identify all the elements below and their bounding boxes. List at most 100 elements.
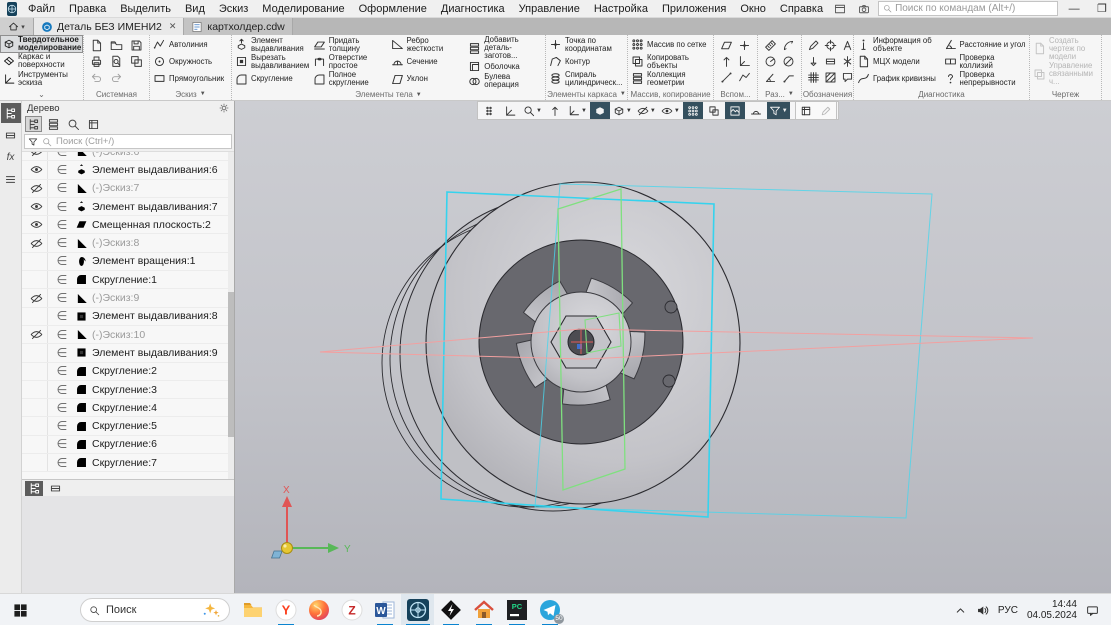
mode-modes-1[interactable]: Каркас и поверхности <box>0 53 83 71</box>
eye-off-icon[interactable] <box>26 151 48 160</box>
eye-icon[interactable] <box>26 198 48 215</box>
home-button[interactable]: ▾ <box>0 18 34 35</box>
eye-none[interactable] <box>26 253 48 270</box>
tree-row[interactable]: ∈Скругление:6 <box>22 436 234 454</box>
body-button-0-1[interactable]: Вырезать выдавливанием <box>233 53 311 70</box>
tree-row[interactable]: ∈(-)Эскиз:6 <box>22 151 234 161</box>
menu-12[interactable]: Справка <box>773 2 830 16</box>
eye-icon[interactable] <box>26 216 48 233</box>
sketch-button-0-1[interactable]: Окружность <box>151 53 230 70</box>
eye-none[interactable] <box>26 454 48 471</box>
eye-icon[interactable] <box>26 161 48 178</box>
array-button-0-1[interactable]: Копировать объекты <box>629 53 712 70</box>
body-button-3-1[interactable]: Оболочка <box>466 60 544 73</box>
aux-tool-lcs[interactable] <box>736 54 753 70</box>
taskbar-app-telegram[interactable]: 50 <box>533 594 566 625</box>
notation-tool-base[interactable] <box>805 54 822 70</box>
mode-modes-2[interactable]: Инструменты эскиза <box>0 70 83 88</box>
tree-bottom-tab-tree[interactable] <box>25 481 43 496</box>
body-button-3-2[interactable]: Булева операция <box>466 73 544 89</box>
tree-row[interactable]: ∈(-)Эскиз:8 <box>22 234 234 252</box>
menu-6[interactable]: Оформление <box>352 2 434 16</box>
tree-row[interactable]: ∈(-)Эскиз:7 <box>22 180 234 198</box>
notation-tool-hatch[interactable] <box>822 70 839 86</box>
dims-tool-ruler[interactable] <box>762 37 779 53</box>
tree-row[interactable]: ∈Скругление:7 <box>22 454 234 472</box>
eye-none[interactable] <box>26 344 48 361</box>
notifications-icon[interactable] <box>1086 604 1099 617</box>
system-tool-redo[interactable] <box>108 70 125 86</box>
body-button-0-2[interactable]: Скругление <box>233 71 311 88</box>
system-tool-undo[interactable] <box>88 70 105 86</box>
restore-button[interactable]: ❐ <box>1090 1 1111 17</box>
frame-button-0-0[interactable]: Точка по координатам <box>547 36 626 53</box>
taskbar-app-z-app[interactable]: Z <box>335 594 368 625</box>
document-tab-1[interactable]: картхолдер.cdw <box>184 18 292 35</box>
filter-icon[interactable] <box>28 137 38 147</box>
aux-tool-point[interactable] <box>736 37 753 53</box>
dims-tool-ang[interactable] <box>762 70 779 86</box>
sketch-button-0-2[interactable]: Прямоугольник <box>151 70 230 87</box>
sketch-button-0-0[interactable]: Автолиния <box>151 36 230 53</box>
tree-row[interactable]: ∈Смещенная плоскость:2 <box>22 216 234 234</box>
dims-tool-arc[interactable] <box>780 37 797 53</box>
tree-row[interactable]: ∈Элемент вращения:1 <box>22 253 234 271</box>
tree-row[interactable]: ∈Элемент выдавливания:6 <box>22 161 234 179</box>
language-indicator[interactable]: РУС <box>998 605 1018 616</box>
screenshot-icon[interactable] <box>854 2 874 16</box>
tree-row[interactable]: ∈Элемент выдавливания:7 <box>22 198 234 216</box>
sidebar-tree[interactable] <box>1 103 21 123</box>
eye-off-icon[interactable] <box>26 234 48 251</box>
frame-button-0-2[interactable]: Спираль цилиндрическ... <box>547 70 626 87</box>
diag-button-0-0[interactable]: Информация об объекте <box>855 36 942 53</box>
tree-row[interactable]: ∈Скругление:3 <box>22 381 234 399</box>
system-tool-floppy[interactable] <box>128 37 145 53</box>
start-button[interactable] <box>0 594 40 625</box>
menu-2[interactable]: Выделить <box>113 2 178 16</box>
eye-off-icon[interactable] <box>26 289 48 306</box>
system-tool-folder[interactable] <box>108 37 125 53</box>
diag-button-1-1[interactable]: Проверка коллизий <box>942 53 1029 70</box>
system-tool-printer[interactable] <box>88 54 105 70</box>
taskbar-app-kompas-3d[interactable] <box>401 594 434 625</box>
notation-tool-pen2[interactable] <box>805 37 822 53</box>
aux-tool-line[interactable] <box>718 70 735 86</box>
minimize-button[interactable]: — <box>1062 1 1086 17</box>
tree-tool-structure[interactable] <box>25 116 42 132</box>
body-button-1-0[interactable]: Придать толщину <box>311 36 389 53</box>
viewport-3d[interactable]: ▼▼▼▼▼▼ <box>235 101 1111 593</box>
array-button-0-0[interactable]: Массив по сетке <box>629 36 712 53</box>
menu-4[interactable]: Эскиз <box>212 2 255 16</box>
menu-0[interactable]: Файл <box>21 2 62 16</box>
document-tab-0[interactable]: Деталь БЕЗ ИМЕНИ2✕ <box>34 18 184 35</box>
menu-7[interactable]: Диагностика <box>434 2 512 16</box>
frame-button-0-1[interactable]: Контур <box>547 53 626 70</box>
mode-modes-0[interactable]: Твердотельное моделирование <box>0 35 83 53</box>
tree-row[interactable]: ∈(-)Эскиз:10 <box>22 326 234 344</box>
diag-button-0-1[interactable]: МЦХ модели <box>855 53 942 70</box>
array-button-0-2[interactable]: Коллекция геометрии <box>629 70 712 87</box>
tree-scrollbar[interactable] <box>228 152 234 479</box>
tree-row[interactable]: ∈Скругление:1 <box>22 271 234 289</box>
eye-none[interactable] <box>26 399 48 416</box>
notation-tool-grid2[interactable] <box>805 70 822 86</box>
eye-none[interactable] <box>26 271 48 288</box>
notation-tool-target[interactable] <box>822 37 839 53</box>
dims-tool-rad[interactable] <box>762 54 779 70</box>
taskbar-app-yandex-browser[interactable]: Y <box>269 594 302 625</box>
menu-8[interactable]: Управление <box>512 2 587 16</box>
tab-close-icon[interactable]: ✕ <box>169 21 177 32</box>
body-button-0-0[interactable]: Элемент выдавливания <box>233 36 311 53</box>
body-button-2-2[interactable]: Уклон <box>389 71 467 88</box>
taskbar-app-firefox[interactable] <box>302 594 335 625</box>
taskbar-search-input[interactable]: Поиск <box>80 598 230 622</box>
dims-tool-diam[interactable] <box>780 54 797 70</box>
menu-3[interactable]: Вид <box>178 2 212 16</box>
aux-tool-axisI[interactable] <box>718 54 735 70</box>
menu-1[interactable]: Правка <box>62 2 113 16</box>
system-tool-preview[interactable] <box>108 54 125 70</box>
body-button-1-2[interactable]: Полное скругление <box>311 71 389 88</box>
tray-expand-icon[interactable] <box>954 604 967 617</box>
menu-11[interactable]: Окно <box>733 2 773 16</box>
tree-row[interactable]: ∈Скругление:4 <box>22 399 234 417</box>
